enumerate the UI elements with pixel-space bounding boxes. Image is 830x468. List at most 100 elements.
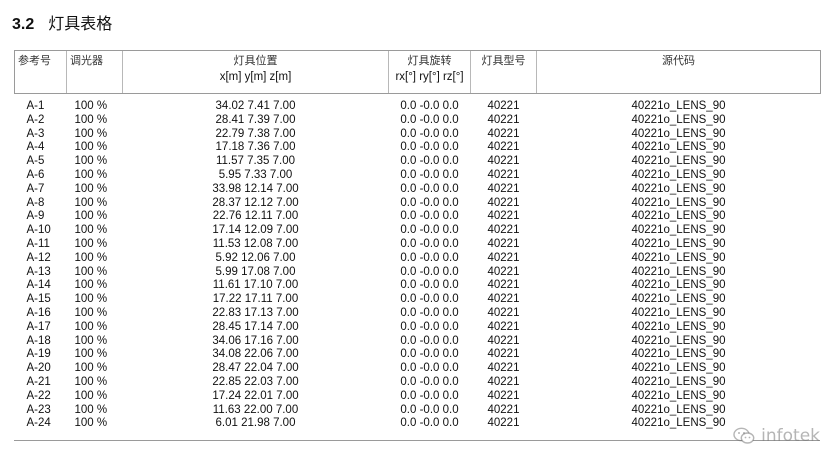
cell-rotation: 0.0 -0.0 0.0 — [400, 155, 459, 168]
cell-code: 40221o_LENS_90 — [631, 306, 726, 319]
table-row: A-1 100 % 34.02 7.41 7.00 0.0 -0.0 0.0 40221… — [15, 100, 821, 114]
cell-rotation: 0.0 -0.0 0.0 — [400, 265, 459, 278]
cell-ref: A-1 — [26, 100, 45, 112]
cell-position: 5.95 7.33 7.00 — [218, 168, 293, 181]
cell-ref: A-22 — [26, 389, 51, 402]
cell-code: 40221o_LENS_90 — [631, 224, 726, 237]
cell-rotation: 0.0 -0.0 0.0 — [400, 293, 459, 306]
section-title: 灯具表格 — [48, 14, 113, 33]
cell-ref: A-20 — [26, 362, 51, 375]
cell-position: 11.53 12.08 7.00 — [212, 237, 299, 250]
table-row: A-15 100 % 17.22 17.11 7.00 0.0 -0.0 0.0 402… — [15, 293, 821, 307]
table-row: A-4 100 % 17.18 7.36 7.00 0.0 -0.0 0.0 40221… — [15, 141, 821, 155]
cell-position: 28.47 22.04 7.00 — [212, 362, 299, 375]
cell-dimmer: 100 % — [74, 100, 108, 112]
header-code: 源代码 — [536, 50, 821, 94]
cell-rotation: 0.0 -0.0 0.0 — [400, 196, 459, 209]
cell-position: 28.45 17.14 7.00 — [212, 320, 299, 333]
cell-rotation: 0.0 -0.0 0.0 — [400, 224, 459, 237]
cell-type: 40221 — [487, 237, 520, 250]
cell-type: 40221 — [487, 155, 520, 168]
header-ref-label: 参考号 — [18, 54, 51, 67]
cell-rotation: 0.0 -0.0 0.0 — [400, 113, 459, 126]
cell-rotation: 0.0 -0.0 0.0 — [400, 237, 459, 250]
cell-type: 40221 — [487, 251, 520, 264]
cell-position: 5.92 12.06 7.00 — [215, 251, 296, 264]
cell-position: 17.18 7.36 7.00 — [215, 141, 296, 154]
table-row: A-12 100 % 5.92 12.06 7.00 0.0 -0.0 0.0 4022… — [15, 252, 821, 266]
cell-ref: A-2 — [26, 113, 45, 126]
table-row: A-16 100 % 22.83 17.13 7.00 0.0 -0.0 0.0 402… — [15, 307, 821, 321]
header-rotation: 灯具旋转 rx[°] ry[°] rz[°] — [388, 50, 471, 94]
cell-type: 40221 — [487, 403, 520, 416]
cell-type: 40221 — [487, 417, 520, 430]
cell-dimmer: 100 % — [74, 210, 108, 223]
table-row: A-5 100 % 11.57 7.35 7.00 0.0 -0.0 0.0 40221… — [15, 155, 821, 169]
cell-position: 33.98 12.14 7.00 — [212, 182, 299, 195]
cell-position: 11.57 7.35 7.00 — [215, 155, 296, 168]
luminaire-table-container: 参考号 调光器 灯具位置 x[m] y[m] z[m] 灯具旋转 rx[°] r… — [14, 50, 821, 432]
cell-dimmer: 100 % — [74, 237, 108, 250]
cell-ref: A-10 — [26, 224, 51, 237]
cell-rotation: 0.0 -0.0 0.0 — [400, 141, 459, 154]
cell-ref: A-7 — [26, 182, 45, 195]
cell-position: 11.63 22.00 7.00 — [212, 403, 299, 416]
cell-rotation: 0.0 -0.0 0.0 — [400, 375, 459, 388]
cell-dimmer: 100 % — [74, 362, 108, 375]
cell-position: 22.76 12.11 7.00 — [212, 210, 299, 223]
header-position: 灯具位置 x[m] y[m] z[m] — [122, 50, 389, 94]
table-row: A-3 100 % 22.79 7.38 7.00 0.0 -0.0 0.0 40221… — [15, 128, 821, 142]
table-row: A-20 100 % 28.47 22.04 7.00 0.0 -0.0 0.0 402… — [15, 362, 821, 376]
cell-dimmer: 100 % — [74, 168, 108, 181]
cell-code: 40221o_LENS_90 — [631, 348, 726, 361]
section-heading: 3.2 灯具表格 — [12, 10, 112, 34]
table-row: A-9 100 % 22.76 12.11 7.00 0.0 -0.0 0.0 4022… — [15, 210, 821, 224]
cell-code: 40221o_LENS_90 — [631, 182, 726, 195]
cell-rotation: 0.0 -0.0 0.0 — [400, 389, 459, 402]
cell-rotation: 0.0 -0.0 0.0 — [400, 403, 459, 416]
cell-ref: A-16 — [26, 306, 51, 319]
cell-code: 40221o_LENS_90 — [631, 100, 726, 112]
cell-code: 40221o_LENS_90 — [631, 334, 726, 347]
cell-type: 40221 — [487, 320, 520, 333]
cell-rotation: 0.0 -0.0 0.0 — [400, 348, 459, 361]
cell-type: 40221 — [487, 389, 520, 402]
table-row: A-23 100 % 11.63 22.00 7.00 0.0 -0.0 0.0 402… — [15, 404, 821, 418]
cell-code: 40221o_LENS_90 — [631, 389, 726, 402]
table-row: A-24 100 % 6.01 21.98 7.00 0.0 -0.0 0.0 4022… — [15, 417, 821, 431]
cell-type: 40221 — [487, 334, 520, 347]
table-row: A-13 100 % 5.99 17.08 7.00 0.0 -0.0 0.0 4022… — [15, 266, 821, 280]
cell-dimmer: 100 % — [74, 265, 108, 278]
cell-code: 40221o_LENS_90 — [631, 320, 726, 333]
cell-dimmer: 100 % — [74, 293, 108, 306]
cell-code: 40221o_LENS_90 — [631, 237, 726, 250]
cell-position: 34.02 7.41 7.00 — [215, 100, 296, 112]
table-row: A-18 100 % 34.06 17.16 7.00 0.0 -0.0 0.0 402… — [15, 335, 821, 349]
cell-dimmer: 100 % — [74, 113, 108, 126]
cell-rotation: 0.0 -0.0 0.0 — [400, 334, 459, 347]
cell-ref: A-11 — [26, 237, 50, 250]
cell-ref: A-9 — [26, 210, 45, 223]
cell-code: 40221o_LENS_90 — [631, 279, 726, 292]
cell-type: 40221 — [487, 362, 520, 375]
cell-position: 28.41 7.39 7.00 — [215, 113, 296, 126]
cell-dimmer: 100 % — [74, 224, 108, 237]
header-rotation-units: rx[°] ry[°] rz[°] — [395, 71, 464, 83]
cell-rotation: 0.0 -0.0 0.0 — [400, 362, 459, 375]
cell-dimmer: 100 % — [74, 403, 108, 416]
cell-ref: A-3 — [26, 127, 45, 140]
cell-code: 40221o_LENS_90 — [631, 362, 726, 375]
header-position-units: x[m] y[m] z[m] — [219, 71, 292, 83]
section-number: 3.2 — [12, 16, 35, 33]
header-position-label: 灯具位置 — [233, 54, 278, 67]
cell-type: 40221 — [487, 293, 520, 306]
cell-type: 40221 — [487, 127, 520, 140]
table-body: A-1 100 % 34.02 7.41 7.00 0.0 -0.0 0.0 40221… — [15, 94, 821, 432]
cell-dimmer: 100 % — [74, 320, 108, 333]
watermark-text: infotek — [761, 426, 820, 446]
cell-code: 40221o_LENS_90 — [631, 375, 726, 388]
cell-ref: A-12 — [26, 251, 51, 264]
cell-dimmer: 100 % — [74, 348, 108, 361]
header-dimmer-label: 调光器 — [70, 54, 103, 67]
table-row: A-19 100 % 34.08 22.06 7.00 0.0 -0.0 0.0 402… — [15, 348, 821, 362]
